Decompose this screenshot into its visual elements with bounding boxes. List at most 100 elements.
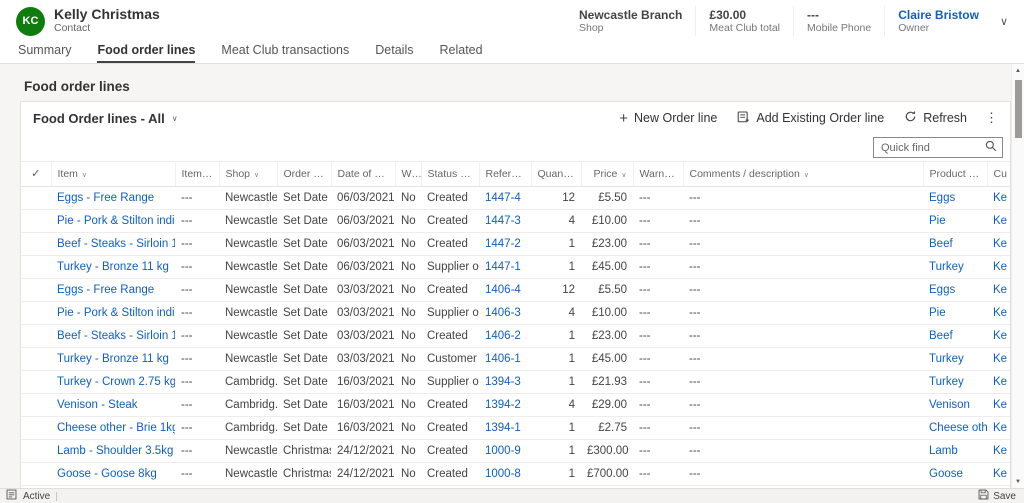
item-link[interactable]: Lamb - Shoulder 3.5kg <box>57 445 173 457</box>
cu-link[interactable]: Ke <box>993 445 1007 457</box>
table-row[interactable]: Beef - Steaks - Sirloin 1kg---Newcastle.… <box>21 232 1010 255</box>
cell-check[interactable] <box>21 393 51 416</box>
column-header-w[interactable]: W∨ <box>395 162 421 186</box>
product_group-link[interactable]: Beef <box>929 238 953 250</box>
vertical-scrollbar[interactable]: ▲ ▼ <box>1011 64 1024 488</box>
ref-link[interactable]: 1394-1 <box>485 422 521 434</box>
new-order-line-button[interactable]: + New Order line <box>609 106 727 130</box>
item-link[interactable]: Eggs - Free Range <box>57 192 154 204</box>
ref-link[interactable]: 1447-2 <box>485 238 521 250</box>
table-row[interactable]: Pie - Pork & Stilton individual---Newcas… <box>21 301 1010 324</box>
column-header-qty[interactable]: Quantity∨ <box>531 162 581 186</box>
product_group-link[interactable]: Venison <box>929 399 970 411</box>
tab-summary[interactable]: Summary <box>18 42 71 63</box>
item-link[interactable]: Turkey - Bronze 11 kg <box>57 261 169 273</box>
view-selector[interactable]: Food Order lines - All ∨ <box>33 111 178 126</box>
item-link[interactable]: Venison - Steak <box>57 399 138 411</box>
cell-check[interactable] <box>21 462 51 485</box>
product_group-link[interactable]: Turkey <box>929 353 964 365</box>
item-link[interactable]: Beef - Steaks - Sirloin 1kg <box>57 238 175 250</box>
ref-link[interactable]: 1394-2 <box>485 399 521 411</box>
table-row[interactable]: Lamb - Shoulder 3.5kg---Newcastle...Chri… <box>21 439 1010 462</box>
table-row[interactable]: Turkey - Crown 2.75 kg---Cambridg...Set … <box>21 370 1010 393</box>
ref-link[interactable]: 1447-4 <box>485 192 521 204</box>
table-row[interactable]: Eggs - Free Range---Newcastle...Set Date… <box>21 278 1010 301</box>
cu-link[interactable]: Ke <box>993 284 1007 296</box>
product_group-link[interactable]: Eggs <box>929 284 955 296</box>
cell-check[interactable] <box>21 439 51 462</box>
table-row[interactable]: Eggs - Free Range---Newcastle...Set Date… <box>21 186 1010 209</box>
item-link[interactable]: Cheese other - Brie 1kg <box>57 422 175 434</box>
ref-link[interactable]: 1447-3 <box>485 215 521 227</box>
tab-details[interactable]: Details <box>375 42 413 63</box>
cu-link[interactable]: Ke <box>993 215 1007 227</box>
cu-link[interactable]: Ke <box>993 238 1007 250</box>
column-header-order_for[interactable]: Order for∨ <box>277 162 331 186</box>
cu-link[interactable]: Ke <box>993 330 1007 342</box>
table-row[interactable]: Turkey - Bronze 11 kg---Newcastle...Set … <box>21 347 1010 370</box>
column-header-warning[interactable]: Warning Text∨ <box>633 162 683 186</box>
search-input[interactable] <box>881 142 985 154</box>
cu-link[interactable]: Ke <box>993 376 1007 388</box>
cell-check[interactable] <box>21 416 51 439</box>
table-row[interactable]: Cheese other - Brie 1kg---Cambridg...Set… <box>21 416 1010 439</box>
ref-link[interactable]: 1000-9 <box>485 445 521 457</box>
item-link[interactable]: Goose - Goose 8kg <box>57 468 157 480</box>
owner-link[interactable]: Claire Bristow <box>898 8 979 22</box>
cell-check[interactable] <box>21 301 51 324</box>
scrollbar-thumb[interactable] <box>1015 80 1022 138</box>
cu-link[interactable]: Ke <box>993 468 1007 480</box>
item-link[interactable]: Eggs - Free Range <box>57 284 154 296</box>
cu-link[interactable]: Ke <box>993 422 1007 434</box>
product_group-link[interactable]: Beef <box>929 330 953 342</box>
table-row[interactable]: Goose - Goose 8kg---Newcastle...Christma… <box>21 462 1010 485</box>
refresh-button[interactable]: Refresh <box>894 105 977 131</box>
item-link[interactable]: Beef - Steaks - Sirloin 1kg <box>57 330 175 342</box>
cell-check[interactable] <box>21 232 51 255</box>
column-header-check[interactable]: ✓ <box>21 162 51 186</box>
product_group-link[interactable]: Eggs <box>929 192 955 204</box>
save-button[interactable]: Save <box>978 489 1016 503</box>
ref-link[interactable]: 1447-1 <box>485 261 521 273</box>
more-commands-button[interactable]: ⋮ <box>977 105 1006 131</box>
product_group-link[interactable]: Cheese other <box>929 422 987 434</box>
column-header-comments[interactable]: Comments / description∨ <box>683 162 923 186</box>
cell-check[interactable] <box>21 278 51 301</box>
item-link[interactable]: Pie - Pork & Stilton individual <box>57 215 175 227</box>
tab-meat-club-transactions[interactable]: Meat Club transactions <box>221 42 349 63</box>
product_group-link[interactable]: Goose <box>929 468 963 480</box>
tab-food-order-lines[interactable]: Food order lines <box>97 42 195 63</box>
collapse-header-button[interactable]: ∨ <box>992 11 1016 32</box>
column-header-ref[interactable]: Refere...↓∨ <box>479 162 531 186</box>
select-all-checkmark-icon[interactable]: ✓ <box>31 168 40 180</box>
ref-link[interactable]: 1000-8 <box>485 468 521 480</box>
product_group-link[interactable]: Lamb <box>929 445 958 457</box>
column-header-cu[interactable]: Cu∨ <box>987 162 1010 186</box>
cu-link[interactable]: Ke <box>993 399 1007 411</box>
column-header-shop[interactable]: Shop∨ <box>219 162 277 186</box>
ref-link[interactable]: 1406-3 <box>485 307 521 319</box>
scroll-down-arrow-icon[interactable]: ▼ <box>1012 475 1024 488</box>
ref-link[interactable]: 1394-3 <box>485 376 521 388</box>
product_group-link[interactable]: Turkey <box>929 261 964 273</box>
cell-check[interactable] <box>21 370 51 393</box>
ref-link[interactable]: 1406-4 <box>485 284 521 296</box>
column-header-item[interactable]: Item∨ <box>51 162 175 186</box>
column-header-date[interactable]: Date of ord...∨ <box>331 162 395 186</box>
cell-check[interactable] <box>21 209 51 232</box>
cell-check[interactable] <box>21 324 51 347</box>
item-link[interactable]: Turkey - Crown 2.75 kg <box>57 376 175 388</box>
ref-link[interactable]: 1406-1 <box>485 353 521 365</box>
table-row[interactable]: Venison - Steak---Cambridg...Set Date16/… <box>21 393 1010 416</box>
item-link[interactable]: Turkey - Bronze 11 kg <box>57 353 169 365</box>
item-link[interactable]: Pie - Pork & Stilton individual <box>57 307 175 319</box>
column-header-item_ref[interactable]: Item Refere...∨ <box>175 162 219 186</box>
column-header-product_group[interactable]: Product Gr...∨ <box>923 162 987 186</box>
cu-link[interactable]: Ke <box>993 307 1007 319</box>
tab-related[interactable]: Related <box>439 42 482 63</box>
add-existing-order-line-button[interactable]: Add Existing Order line <box>727 105 894 131</box>
product_group-link[interactable]: Pie <box>929 215 946 227</box>
cu-link[interactable]: Ke <box>993 261 1007 273</box>
table-row[interactable]: Beef - Steaks - Sirloin 1kg---Newcastle.… <box>21 324 1010 347</box>
table-row[interactable]: Turkey - Bronze 11 kg---Newcastle...Set … <box>21 255 1010 278</box>
